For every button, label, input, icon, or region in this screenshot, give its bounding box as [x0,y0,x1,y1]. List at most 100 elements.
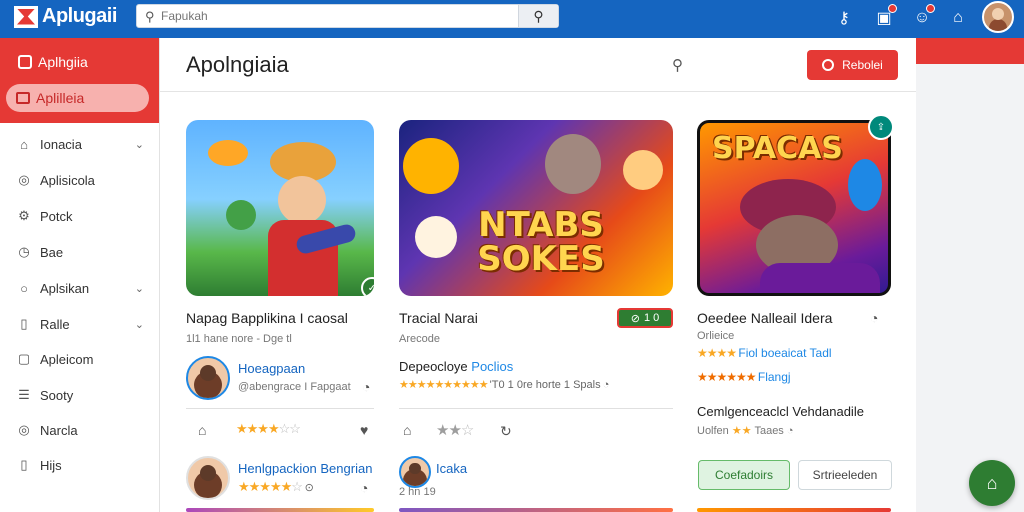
developer-name[interactable]: Depeocloye Poclios [399,359,513,374]
sidebar-item-4[interactable]: ○ Aplsikan ⌄ [0,273,160,303]
sidebar-item-7[interactable]: ☰ Sooty [0,380,160,410]
info-icon: ◔ [602,379,610,391]
globe-icon: ◎ [18,422,30,437]
sidebar-item-5[interactable]: ▯ Ralle ⌄ [0,309,160,339]
developer-avatar[interactable] [186,356,230,400]
search-input[interactable] [161,7,541,25]
app-title: Aplugaii [42,5,117,27]
heart-icon[interactable]: ♥ [360,422,368,438]
refresh-icon[interactable]: ↻ [500,423,512,440]
developer-name[interactable]: Icaka [436,461,467,476]
share-icon[interactable]: ⇪ [868,114,894,140]
settings-icon: ⚙ [18,208,30,223]
header-action-button[interactable]: Rebolei [807,50,898,80]
sidebar-item-2[interactable]: ⚙ Potck [0,201,160,231]
sidebar-header-item[interactable]: Aplhgiia [0,54,159,70]
art-shape [403,138,459,194]
app-icon: ▢ [17,351,31,366]
home-icon[interactable]: ⌂ [946,6,970,30]
sidebar-header-label: Aplhgiia [38,54,88,70]
rating-stars: ★★★★★★ Flangj [697,370,791,384]
developer-meta: 2 hn 19 [399,486,436,498]
art-shape [208,140,248,166]
circle-icon: ○ [20,280,28,296]
sidebar-item-active[interactable]: Aplilleia [6,84,149,112]
notification-icon[interactable]: ▣ [872,4,897,30]
sidebar-item-8[interactable]: ◎ Narcla [0,415,160,445]
app-logo[interactable]: Aplugaii [14,5,117,28]
art-shape [623,150,663,190]
share-icon: ⊙ [304,482,314,494]
rating-stars: ★★☆ [436,422,474,439]
sidebar-item-label: Aplilleia [36,90,85,106]
list-icon: ☰ [18,387,30,402]
developer-name[interactable]: Henlgpackion Bengrian [238,461,372,476]
sidebar-item-label: Bae [40,244,64,260]
app-thumbnail-1[interactable]: ✓ [186,120,374,296]
verified-icon: ✓ [361,277,374,296]
search-icon[interactable]: ⚲ [672,56,683,74]
clock-icon: ◷ [18,244,30,259]
sidebar-item-label: Sooty [40,387,74,403]
app-thumbnail-3[interactable]: SPACAS [697,120,891,296]
home-fab-button[interactable]: ⌂ [969,460,1015,506]
section-stars-icon: ★★ [731,425,752,437]
main-panel: Apolngiaia ⚲ Rebolei ✓ Napag Bapplikina … [160,38,916,512]
home-icon[interactable]: ⌂ [403,422,411,438]
developer-name[interactable]: Hoeagpaan [238,361,305,376]
app-icon [18,55,32,69]
rating-stars: ★★★★☆☆ [236,421,301,436]
developer-avatar[interactable] [186,456,230,500]
card-subtitle: 1l1 hane nore - Dge tl [186,333,292,345]
info-icon[interactable]: ◔ [362,379,370,395]
art-shape [848,159,882,211]
primary-button[interactable]: Coefadoirs [698,460,790,490]
sidebar-item-label: Aplisicola [40,172,95,188]
developer-avatar[interactable] [399,456,431,488]
next-card-edge [399,508,673,512]
rating-stars: ★★★★★☆ ⊙ [238,479,314,494]
next-card-edge [697,508,891,512]
sidebar: Aplhgiia Aplilleia ⌂ Ionacia ⌄ ◎ Aplisicola… [0,38,160,512]
art-shape [278,176,326,224]
app-thumbnail-2[interactable]: NTABS SOKES [399,120,673,296]
section-title: Cemlgenceaclcl Vehdanadile [697,404,864,419]
next-card-edge [186,508,374,512]
document-icon: ▯ [20,316,28,331]
chevron-down-icon: ⌄ [134,282,144,295]
price-badge[interactable]: ⊘ 1 0 [617,308,673,328]
card-title[interactable]: Napag Bapplikina I caosal [186,310,348,326]
developer-tag: Poclios [471,359,514,374]
profile-badge [926,4,935,13]
sidebar-item-3[interactable]: ◷ Bae [0,237,160,267]
art-shape [415,216,457,258]
sidebar-item-0[interactable]: ⌂ Ionacia ⌄ [0,129,160,159]
phone-icon: ▯ [20,457,28,472]
card-subtitle: Arecode [399,333,440,345]
sidebar-item-label: Narcla [40,422,78,438]
developer-handle: @abengrace I Fapgaat [238,381,351,393]
info-icon[interactable]: ◔ [360,480,368,496]
search-button[interactable]: ⚲ [518,5,558,27]
folder-icon [16,92,30,104]
key-icon[interactable]: ⚷ [832,6,856,30]
info-icon[interactable]: ◔ [870,310,878,326]
profile-icon[interactable]: ☺ [910,4,935,30]
card-title[interactable]: Oeedee Nalleail Idera [697,310,832,326]
sidebar-item-6[interactable]: ▢ Apleicom [0,344,160,374]
top-bar: Aplugaii ⚲ ⚲ ⚷ ▣ ☺ ⌂ [0,0,1024,38]
sidebar-item-1[interactable]: ◎ Aplisicola [0,165,160,195]
sidebar-item-label: Apleicom [40,351,94,367]
secondary-button[interactable]: Srtrieeleden [798,460,892,490]
notification-badge [888,4,897,13]
sidebar-item-9[interactable]: ▯ Hijs [0,450,160,480]
card-title[interactable]: Tracial Narai [399,310,478,326]
sidebar-item-label: Potck [40,208,73,224]
section-meta: Uolfen ★★ Taaes ◔ [697,424,794,437]
home-icon[interactable]: ⌂ [198,422,206,438]
search-icon: ⚲ [145,9,155,24]
user-avatar[interactable] [982,1,1014,33]
divider [399,408,673,409]
record-icon [822,59,835,71]
accent-strip [916,38,1024,64]
